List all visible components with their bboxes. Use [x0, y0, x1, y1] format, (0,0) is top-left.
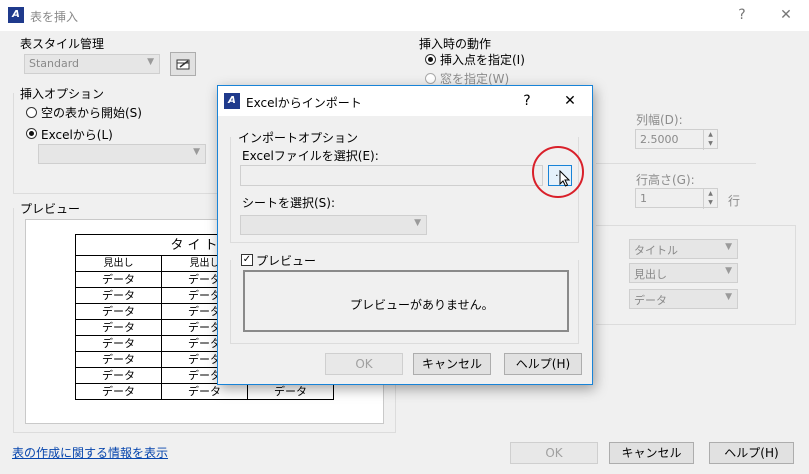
close-button[interactable]: ✕	[778, 6, 794, 24]
header-cell-style-value: 見出し	[634, 268, 667, 281]
dialog-preview-label: プレビュー	[256, 254, 317, 268]
title-cell-style-combo[interactable]: タイトル ▼	[629, 239, 738, 259]
empty-table-radio[interactable]	[26, 107, 37, 118]
dialog-app-icon: A	[224, 93, 240, 109]
column-width-spinner[interactable]: ▲ ▼	[703, 130, 717, 150]
dialog-ok-button[interactable]: OK	[325, 353, 403, 375]
row-height-unit: 行	[728, 194, 741, 208]
preview-header-cell: 見出し	[75, 255, 162, 272]
row-height-spinner[interactable]: ▲ ▼	[703, 189, 717, 209]
row-height-label: 行高さ(G):	[636, 173, 695, 187]
dialog-close-button[interactable]: ✕	[562, 92, 578, 110]
window-title: 表を挿入	[30, 10, 79, 24]
dialog-preview-area: プレビューがありません。	[243, 270, 569, 332]
preview-data-cell: データ	[75, 287, 162, 304]
dialog-title-bar: A Excelからインポート ? ✕	[218, 86, 592, 116]
sheet-select-label: シートを選択(S):	[242, 196, 336, 210]
help-footer-button[interactable]: ヘルプ(H)	[709, 442, 794, 464]
insert-options-label: 挿入オプション	[20, 85, 108, 102]
excel-file-label: Excelファイルを選択(E):	[242, 149, 379, 163]
preview-data-cell: データ	[75, 335, 162, 352]
from-excel-radio[interactable]	[26, 128, 37, 139]
dialog-title: Excelからインポート	[246, 96, 362, 110]
dialog-help-button[interactable]: ?	[519, 92, 535, 110]
column-width-label: 列幅(D):	[636, 113, 683, 127]
table-style-combo[interactable]: Standard ▼	[24, 54, 160, 74]
help-button[interactable]: ?	[734, 6, 750, 24]
ok-button[interactable]: OK	[510, 442, 598, 464]
row-height-field[interactable]: 1 ▲ ▼	[635, 188, 718, 209]
window-radio[interactable]	[425, 73, 436, 84]
column-row-divider	[596, 163, 756, 164]
app-icon: A	[8, 7, 24, 23]
table-style-value: Standard	[29, 57, 80, 70]
preview-data-cell: データ	[247, 383, 334, 400]
dialog-preview-message: プレビューがありません。	[350, 298, 494, 312]
excel-file-input[interactable]	[240, 165, 543, 186]
dialog-help-footer-button[interactable]: ヘルプ(H)	[504, 353, 582, 375]
chevron-down-icon: ▼	[193, 147, 200, 157]
insertion-point-label: 挿入点を指定(I)	[440, 53, 525, 67]
preview-data-cell: データ	[75, 351, 162, 368]
preview-data-cell: データ	[75, 367, 162, 384]
table-info-link[interactable]: 表の作成に関する情報を表示	[12, 444, 168, 461]
row-height-value: 1	[640, 192, 647, 205]
preview-data-cell: データ	[75, 303, 162, 320]
chevron-down-icon: ▼	[725, 242, 732, 252]
excel-import-dialog: A Excelからインポート ? ✕ インポートオプション Excelファイルを…	[217, 85, 593, 385]
table-edit-icon	[176, 59, 190, 70]
import-options-label: インポートオプション	[238, 129, 362, 146]
preview-data-cell: データ	[75, 319, 162, 336]
preview-data-cell: データ	[75, 383, 162, 400]
column-width-field[interactable]: 2.5000 ▲ ▼	[635, 129, 718, 150]
header-cell-style-combo[interactable]: 見出し ▼	[629, 263, 738, 283]
chevron-down-icon: ▼	[725, 292, 732, 302]
from-excel-label: Excelから(L)	[41, 128, 113, 142]
sheet-select-combo[interactable]: ▼	[240, 215, 427, 235]
empty-table-label: 空の表から開始(S)	[41, 106, 142, 120]
preview-label: プレビュー	[20, 200, 84, 217]
table-style-button[interactable]	[170, 52, 196, 76]
title-cell-style-value: タイトル	[634, 244, 678, 257]
insertion-point-radio[interactable]	[425, 54, 436, 65]
excel-source-combo[interactable]: ▼	[38, 144, 206, 164]
title-bar: A 表を挿入 ? ✕	[0, 0, 809, 31]
column-width-value: 2.5000	[640, 133, 679, 146]
preview-checkbox[interactable]: ✓	[241, 254, 253, 266]
chevron-down-icon: ▼	[725, 266, 732, 276]
chevron-down-icon: ▼	[147, 57, 154, 67]
insert-behavior-label: 挿入時の動作	[419, 37, 492, 51]
data-cell-style-combo[interactable]: データ ▼	[629, 289, 738, 309]
preview-data-cell: データ	[161, 383, 248, 400]
data-cell-style-value: データ	[634, 294, 667, 307]
table-style-label: 表スタイル管理	[20, 37, 105, 51]
chevron-down-icon: ▼	[414, 218, 421, 228]
dialog-cancel-button[interactable]: キャンセル	[413, 353, 491, 375]
cancel-button[interactable]: キャンセル	[609, 442, 694, 464]
preview-data-cell: データ	[75, 271, 162, 288]
highlight-circle	[532, 146, 584, 198]
